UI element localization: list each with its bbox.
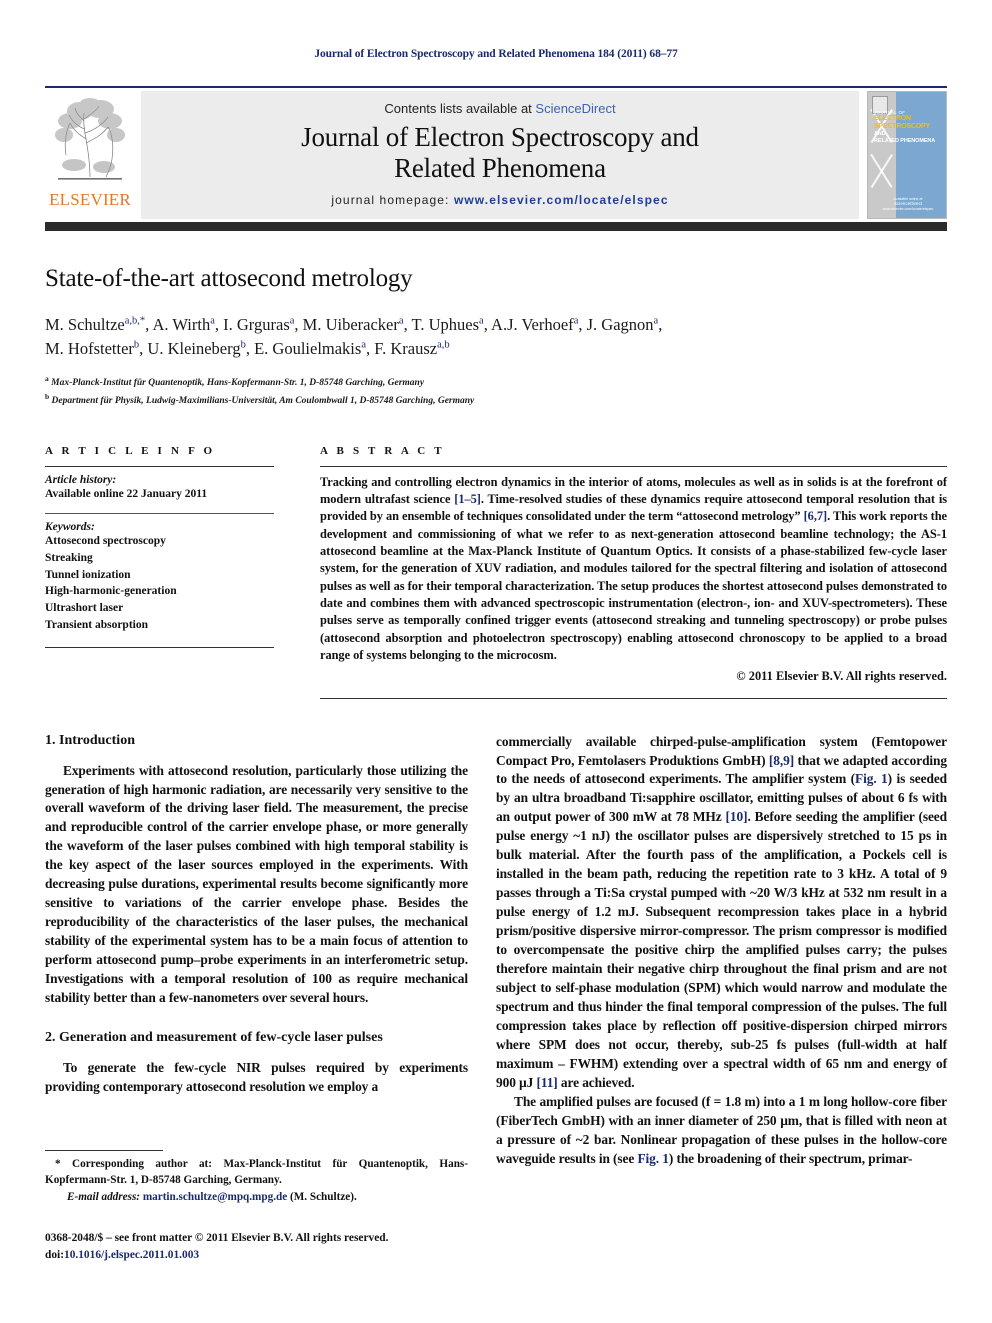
affiliation-a-mark: a <box>45 373 49 383</box>
ref-8-9[interactable]: [8,9] <box>769 753 794 768</box>
ref-11[interactable]: [11] <box>537 1075 558 1090</box>
keyword-item: Attosecond spectroscopy <box>45 535 166 548</box>
body-column-left: 1. Introduction Experiments with attosec… <box>45 733 496 1169</box>
article-info-column: A R T I C L E I N F O Article history: A… <box>45 445 292 699</box>
running-head: Journal of Electron Spectroscopy and Rel… <box>314 48 678 60</box>
masthead-center-band: Contents lists available at ScienceDirec… <box>141 91 859 219</box>
abstract-ref-6-7[interactable]: [6,7] <box>804 509 828 523</box>
abstract-text: Tracking and controlling electron dynami… <box>320 474 947 665</box>
journal-title: Journal of Electron Spectroscopy and Rel… <box>301 122 699 182</box>
abstract-rule-top <box>320 465 947 467</box>
elsevier-wordmark: ELSEVIER <box>49 190 131 209</box>
abstract-rule-bottom <box>320 697 947 699</box>
email-note: E-mail address: martin.schultze@mpq.mpg.… <box>45 1190 468 1206</box>
abstract-copyright: © 2011 Elsevier B.V. All rights reserved… <box>736 668 947 683</box>
keyword-item: Tunnel ionization <box>45 568 131 581</box>
intro-paragraph-1: Experiments with attosecond resolution, … <box>45 762 468 1006</box>
cover-line-2: ELECTRON <box>874 115 911 123</box>
journal-title-line-2: Related Phenomena <box>394 152 606 183</box>
keyword-item: Transient absorption <box>45 618 148 631</box>
contents-prefix: Contents lists available at <box>384 101 536 117</box>
cover-line-3: SPECTROSCOPY <box>874 123 930 131</box>
abstract-column: A B S T R A C T Tracking and controlling… <box>292 445 947 699</box>
corresponding-author-note: * Corresponding author at: Max-Planck-In… <box>45 1158 468 1186</box>
masthead-bottom-bar <box>45 222 947 231</box>
affiliation-b-mark: b <box>45 391 50 401</box>
cover-footer-text: Available online at ScienceDirect www.el… <box>874 197 942 212</box>
keyword-item: Streaking <box>45 551 93 564</box>
footnote-area: * Corresponding author at: Max-Planck-In… <box>45 1150 468 1263</box>
email-suffix: (M. Schultze). <box>287 1191 357 1204</box>
journal-article-page: Journal of Electron Spectroscopy and Rel… <box>0 0 992 1323</box>
abstract-part-3: . This work reports the development and … <box>320 509 948 663</box>
doi-line: doi:10.1016/j.elspec.2011.01.003 <box>45 1247 468 1264</box>
homepage-label: journal homepage: <box>331 192 450 207</box>
sciencedirect-link[interactable]: ScienceDirect <box>535 101 615 116</box>
doi-link[interactable]: 10.1016/j.elspec.2011.01.003 <box>64 1249 199 1261</box>
abstract-heading: A B S T R A C T <box>320 444 445 457</box>
homepage-url-link[interactable]: www.elsevier.com/locate/elspec <box>454 193 669 207</box>
article-info-rule-top <box>45 465 274 467</box>
figure-link-1a[interactable]: Fig. 1 <box>855 771 888 786</box>
affiliation-a: a Max-Planck-Institut für Quantenoptik, … <box>45 373 947 391</box>
section2-paragraph-1: To generate the few-cycle NIR pulses req… <box>45 1060 468 1095</box>
right-p1-e: are achieved. <box>557 1074 635 1090</box>
affiliation-b-text: Department für Physik, Ludwig-Maximilian… <box>51 395 475 406</box>
right-paragraph-2: The amplified pulses are focused (f = 1.… <box>496 1093 947 1169</box>
author-list: M. Schultzea,b,*, A. Wirtha, I. Grgurasa… <box>45 313 947 361</box>
issn-front-matter: 0368-2048/$ – see front matter © 2011 El… <box>45 1232 389 1245</box>
affiliation-list: a Max-Planck-Institut für Quantenoptik, … <box>45 373 947 409</box>
right-paragraph-1: commercially available chirped-pulse-amp… <box>496 733 947 1093</box>
ref-10[interactable]: [10] <box>726 809 748 824</box>
journal-masthead: ELSEVIER Contents lists available at Sci… <box>45 91 947 219</box>
article-history-value: Available online 22 January 2011 <box>45 487 208 500</box>
figure-link-1b[interactable]: Fig. 1 <box>637 1151 668 1166</box>
info-abstract-region: A R T I C L E I N F O Article history: A… <box>45 445 947 699</box>
author-line-1: M. Schultzea,b,*, A. Wirtha, I. Grgurasa… <box>45 315 663 334</box>
article-info-rule-mid <box>45 513 274 515</box>
title-block: State-of-the-art attosecond metrology M.… <box>45 265 947 409</box>
abstract-ref-1-5[interactable]: [1–5] <box>454 492 481 506</box>
right-p1-d: . Before seeding the amplifier (seed pul… <box>496 809 947 1090</box>
section-heading-generation: 2. Generation and measurement of few-cyc… <box>45 1030 383 1046</box>
elsevier-tree-icon <box>52 95 128 187</box>
doi-label: doi: <box>45 1248 64 1261</box>
affiliation-b: b Department für Physik, Ludwig-Maximili… <box>45 391 947 409</box>
keywords-label: Keywords: <box>45 521 95 534</box>
body-column-right: commercially available chirped-pulse-amp… <box>496 733 947 1169</box>
keyword-item: High-harmonic-generation <box>45 585 177 598</box>
cover-title-text: JOURNAL OF ELECTRON SPECTROSCOPY AND REL… <box>874 110 942 144</box>
imprint-block: 0368-2048/$ – see front matter © 2011 El… <box>45 1230 468 1263</box>
section-heading-introduction: 1. Introduction <box>45 732 135 748</box>
author-line-2: M. Hofstetterb, U. Kleinebergb, E. Gouli… <box>45 338 450 358</box>
journal-cover-thumbnail[interactable]: JOURNAL OF ELECTRON SPECTROSCOPY AND REL… <box>867 91 947 219</box>
article-info-heading: A R T I C L E I N F O <box>45 444 216 457</box>
keywords-list: Attosecond spectroscopy Streaking Tunnel… <box>45 533 274 633</box>
keyword-item: Ultrashort laser <box>45 601 124 614</box>
journal-title-line-1: Journal of Electron Spectroscopy and <box>301 122 699 153</box>
cover-line-5: RELATED PHENOMENA <box>874 137 936 144</box>
right-p2-b: ) the broadening of their spectrum, prim… <box>668 1150 913 1166</box>
affiliation-a-text: Max-Planck-Institut für Quantenoptik, Ha… <box>51 378 425 388</box>
email-label: E-mail address: <box>67 1191 141 1204</box>
masthead-top-rule <box>45 86 947 88</box>
footnote-rule <box>45 1150 163 1151</box>
cover-foot-3: www.elsevier.com/locate/elspec <box>882 207 934 212</box>
article-info-rule-bottom <box>45 647 274 649</box>
email-link[interactable]: martin.schultze@mpq.mpg.de <box>143 1191 287 1203</box>
elsevier-logo: ELSEVIER <box>45 91 135 219</box>
journal-homepage-line: journal homepage: www.elsevier.com/locat… <box>331 193 668 207</box>
article-history-label: Article history: <box>45 473 117 486</box>
page-title: State-of-the-art attosecond metrology <box>45 265 413 292</box>
body-columns: 1. Introduction Experiments with attosec… <box>45 733 947 1169</box>
contents-list-line: Contents lists available at ScienceDirec… <box>384 101 615 116</box>
